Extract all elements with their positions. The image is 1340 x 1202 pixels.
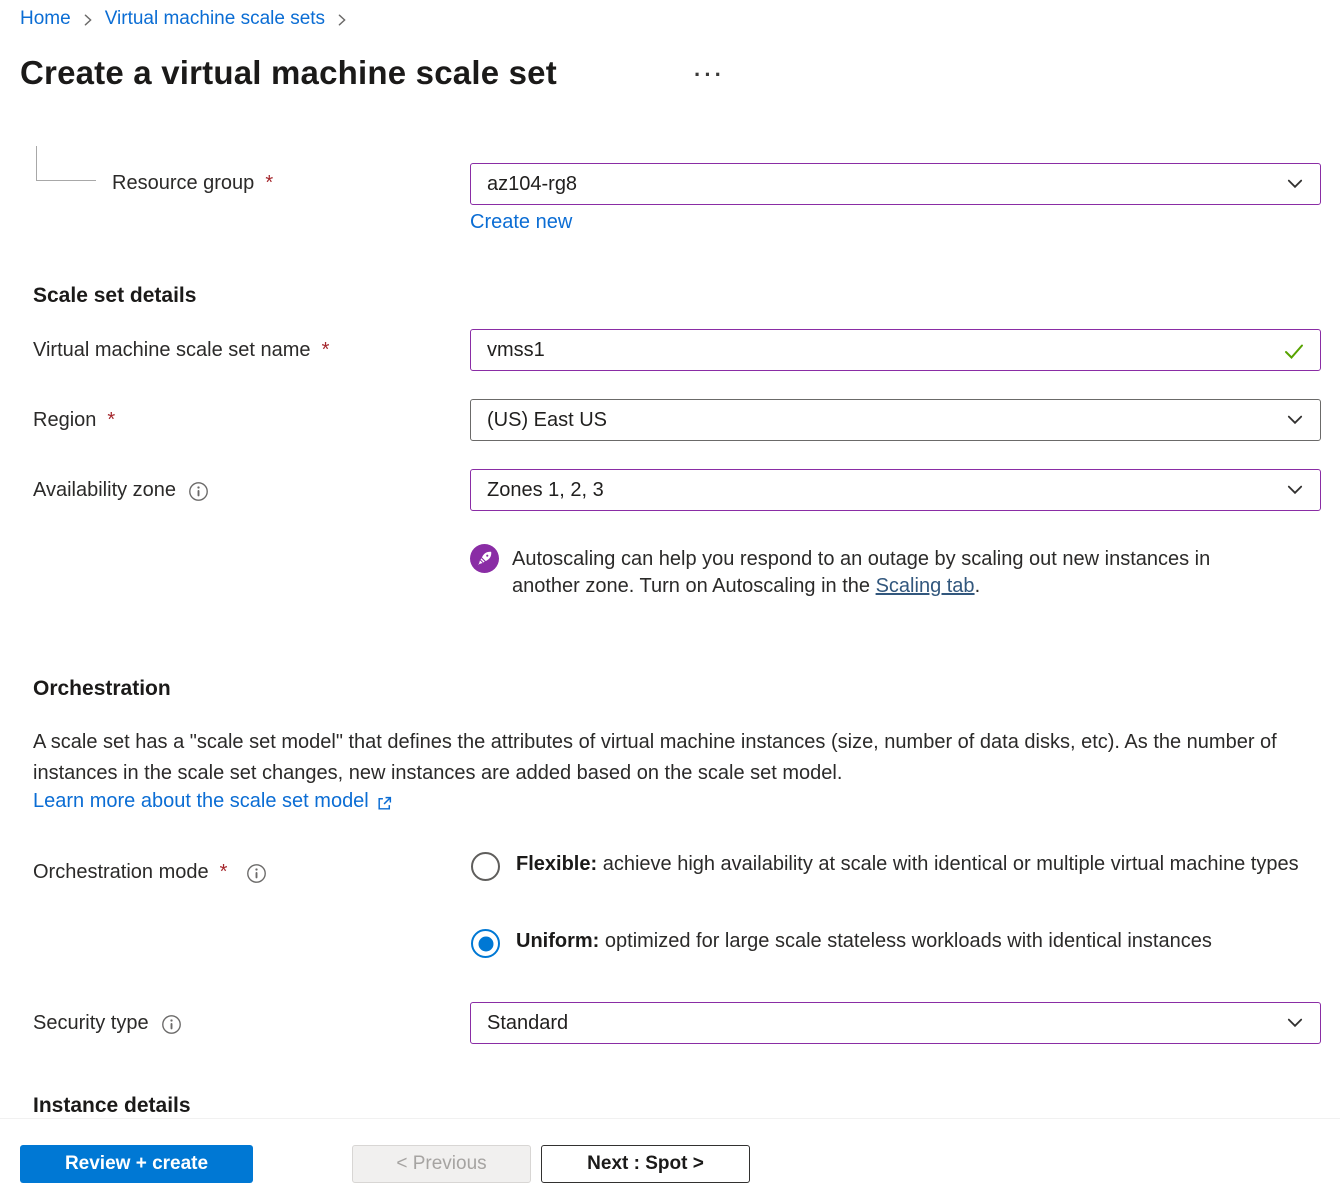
- orchestration-heading: Orchestration: [33, 677, 171, 701]
- required-asterisk: *: [107, 409, 115, 432]
- footer-action-bar: Review + create < Previous Next : Spot >: [0, 1118, 1340, 1202]
- learn-more-link[interactable]: Learn more about the scale set model: [33, 790, 393, 813]
- vmss-name-label-text: Virtual machine scale set name: [33, 339, 311, 362]
- chevron-right-icon: [81, 13, 95, 27]
- breadcrumb: Home Virtual machine scale sets: [20, 8, 349, 30]
- chevron-right-icon: [335, 13, 349, 27]
- rocket-icon: [470, 544, 499, 573]
- info-icon[interactable]: [161, 1014, 182, 1035]
- security-type-value: Standard: [487, 1012, 568, 1035]
- next-spot-button[interactable]: Next : Spot >: [541, 1145, 750, 1183]
- review-create-button[interactable]: Review + create: [20, 1145, 253, 1183]
- region-value: (US) East US: [487, 409, 607, 432]
- flexible-bold-text: Flexible:: [516, 853, 597, 875]
- orchestration-mode-label: Orchestration mode *: [33, 861, 267, 884]
- autoscaling-note: Autoscaling can help you respond to an o…: [512, 546, 1272, 600]
- breadcrumb-home-link[interactable]: Home: [20, 8, 71, 30]
- chevron-down-icon: [1286, 481, 1304, 505]
- resource-group-dropdown[interactable]: az104-rg8: [470, 163, 1321, 205]
- availability-zone-dropdown[interactable]: Zones 1, 2, 3: [470, 469, 1321, 511]
- learn-more-link-text: Learn more about the scale set model: [33, 790, 369, 813]
- radio-label-uniform: Uniform: optimized for large scale state…: [516, 926, 1316, 958]
- uniform-bold-text: Uniform:: [516, 930, 599, 952]
- radio-button-flexible[interactable]: [471, 852, 500, 881]
- region-label: Region *: [33, 409, 115, 432]
- region-dropdown[interactable]: (US) East US: [470, 399, 1321, 441]
- resource-group-value: az104-rg8: [487, 173, 577, 196]
- radio-option-flexible[interactable]: Flexible: achieve high availability at s…: [471, 852, 1316, 881]
- more-options-ellipsis[interactable]: ···: [694, 62, 725, 88]
- required-asterisk: *: [322, 339, 330, 362]
- vmss-name-value: vmss1: [487, 339, 545, 362]
- create-vmss-page: Home Virtual machine scale sets Create a…: [0, 0, 1340, 1202]
- previous-button[interactable]: < Previous: [352, 1145, 531, 1183]
- required-asterisk: *: [265, 172, 273, 195]
- resource-group-label-text: Resource group: [112, 172, 254, 195]
- vmss-name-label: Virtual machine scale set name *: [33, 339, 329, 362]
- external-link-icon: [376, 795, 393, 812]
- scaling-tab-link[interactable]: Scaling tab: [876, 575, 975, 597]
- radio-label-flexible: Flexible: achieve high availability at s…: [516, 849, 1316, 881]
- required-asterisk: *: [220, 861, 228, 884]
- chevron-down-icon: [1286, 1014, 1304, 1038]
- resource-group-label: Resource group *: [112, 172, 273, 195]
- autoscaling-note-period: .: [975, 575, 981, 597]
- valid-check-icon: [1282, 339, 1306, 369]
- availability-zone-label: Availability zone: [33, 479, 209, 502]
- flexible-desc-text: achieve high availability at scale with …: [597, 853, 1298, 875]
- availability-zone-value: Zones 1, 2, 3: [487, 479, 604, 502]
- info-icon[interactable]: [246, 863, 267, 884]
- autoscaling-note-text: Autoscaling can help you respond to an o…: [512, 548, 1210, 597]
- chevron-down-icon: [1286, 175, 1304, 199]
- radio-button-uniform[interactable]: [471, 929, 500, 958]
- security-type-label-text: Security type: [33, 1012, 149, 1035]
- vmss-name-input[interactable]: vmss1: [470, 329, 1321, 371]
- radio-option-uniform[interactable]: Uniform: optimized for large scale state…: [471, 929, 1316, 958]
- orchestration-mode-label-text: Orchestration mode: [33, 861, 209, 884]
- chevron-down-icon: [1286, 411, 1304, 435]
- create-new-link[interactable]: Create new: [470, 211, 572, 234]
- instance-details-heading: Instance details: [33, 1094, 191, 1118]
- security-type-label: Security type: [33, 1012, 182, 1035]
- page-title: Create a virtual machine scale set: [20, 54, 557, 92]
- info-icon[interactable]: [188, 481, 209, 502]
- region-label-text: Region: [33, 409, 96, 432]
- tree-connector-horizontal: [36, 180, 96, 181]
- tree-connector-vertical: [36, 146, 37, 181]
- availability-zone-label-text: Availability zone: [33, 479, 176, 502]
- orchestration-description: A scale set has a "scale set model" that…: [33, 727, 1330, 789]
- security-type-dropdown[interactable]: Standard: [470, 1002, 1321, 1044]
- scale-set-details-heading: Scale set details: [33, 284, 196, 308]
- uniform-desc-text: optimized for large scale stateless work…: [599, 930, 1212, 952]
- breadcrumb-vmss-link[interactable]: Virtual machine scale sets: [105, 8, 325, 30]
